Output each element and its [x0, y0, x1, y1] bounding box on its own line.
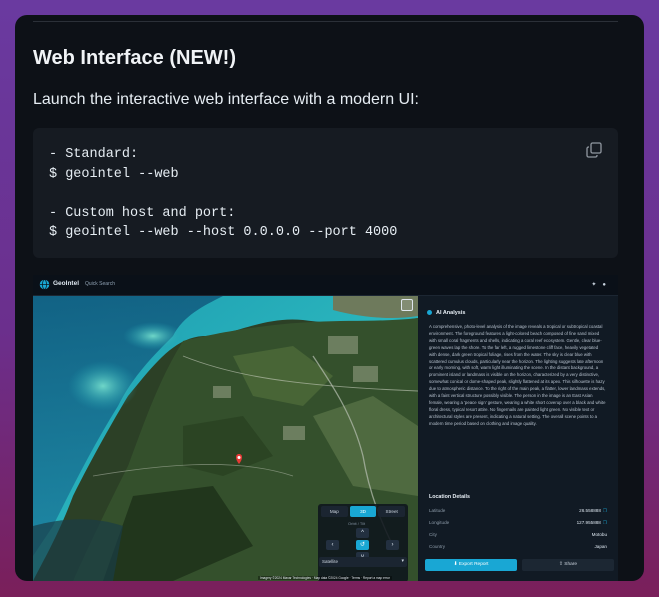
code-line: $ geointel --web	[49, 166, 179, 182]
row-label: City	[429, 532, 437, 537]
section-heading: Web Interface (NEW!)	[33, 47, 236, 69]
orbit-reset-button[interactable]: ↺	[356, 540, 369, 550]
city-value: Motobu	[591, 532, 607, 537]
satellite-map[interactable]: Map 3D Street Orbit / Tilt ^ ‹ ↺ › v Sat…	[33, 296, 418, 581]
section-lead: Launch the interactive web interface wit…	[33, 91, 419, 108]
analysis-panel: AI Analysis A comprehensive, photo-level…	[419, 296, 618, 581]
readme-card: Web Interface (NEW!) Launch the interact…	[15, 15, 644, 581]
row-label: Latitude	[429, 508, 446, 513]
orbit-heading: Orbit / Tilt	[348, 521, 366, 526]
orbit-left-button[interactable]: ‹	[326, 540, 339, 550]
location-row: Longitude 127.955888 ❐	[429, 520, 607, 528]
ai-analysis-text: A comprehensive, photo-level analysis of…	[429, 324, 606, 426]
settings-icon[interactable]: ✦	[591, 282, 602, 288]
ai-analysis-title: AI Analysis	[427, 310, 465, 316]
ai-analysis-title-text: AI Analysis	[436, 310, 466, 316]
code-line: - Custom host and port:	[49, 205, 236, 221]
orbit-up-button[interactable]: ^	[356, 528, 369, 538]
app-topbar: GeoIntel Quick Search ✦●	[33, 275, 618, 296]
user-icon[interactable]: ●	[602, 282, 612, 288]
code-block: - Standard: $ geointel --web - Custom ho…	[33, 128, 618, 258]
copy-small-icon[interactable]: ❐	[603, 508, 607, 513]
view-tabs: Map 3D Street	[321, 506, 406, 517]
export-report-label: Export Report	[458, 562, 489, 567]
nav-quick-search[interactable]: Quick Search	[85, 281, 115, 287]
location-row: City Motobu	[429, 532, 607, 540]
tab-3d[interactable]: 3D	[349, 506, 377, 517]
tab-street[interactable]: Street	[378, 506, 406, 517]
export-report-button[interactable]: ⬇ Export Report	[425, 559, 517, 571]
location-row: Latitude 26.558888 ❐	[429, 508, 607, 516]
latitude-value: 26.558888	[579, 508, 601, 513]
app-screenshot: GeoIntel Quick Search ✦● Map 3D Street O…	[33, 275, 618, 581]
copy-icon[interactable]	[586, 142, 602, 158]
share-label: Share	[564, 562, 578, 567]
ai-dot-icon	[427, 310, 432, 316]
map-attribution: Imagery ©2024 Maxar Technologies · Map d…	[258, 576, 392, 580]
row-label: Longitude	[429, 520, 450, 525]
globe-logo-icon	[39, 279, 50, 290]
divider	[33, 21, 618, 22]
copy-small-icon[interactable]: ❐	[603, 520, 607, 525]
location-details-title: Location Details	[429, 494, 470, 500]
fullscreen-button[interactable]	[401, 299, 413, 311]
tab-map[interactable]: Map	[321, 506, 348, 517]
topbar-icons: ✦●	[591, 281, 612, 288]
share-button[interactable]: ⇪ Share	[522, 559, 614, 571]
layer-select-value: Satellite	[322, 559, 339, 564]
map-view-controls: Map 3D Street Orbit / Tilt ^ ‹ ↺ › v	[318, 504, 408, 581]
longitude-value: 127.955888	[576, 520, 601, 525]
code-text: - Standard: $ geointel --web - Custom ho…	[49, 145, 397, 243]
layer-select[interactable]: Satellite ▾	[319, 557, 407, 567]
location-row: Country Japan	[429, 544, 607, 552]
row-label: Country	[429, 544, 446, 549]
app-brand: GeoIntel	[53, 280, 80, 287]
code-line: $ geointel --web --host 0.0.0.0 --port 4…	[49, 225, 398, 241]
code-line: - Standard:	[49, 147, 139, 162]
chevron-down-icon: ▾	[401, 558, 404, 564]
orbit-right-button[interactable]: ›	[386, 540, 399, 550]
country-value: Japan	[594, 544, 607, 549]
